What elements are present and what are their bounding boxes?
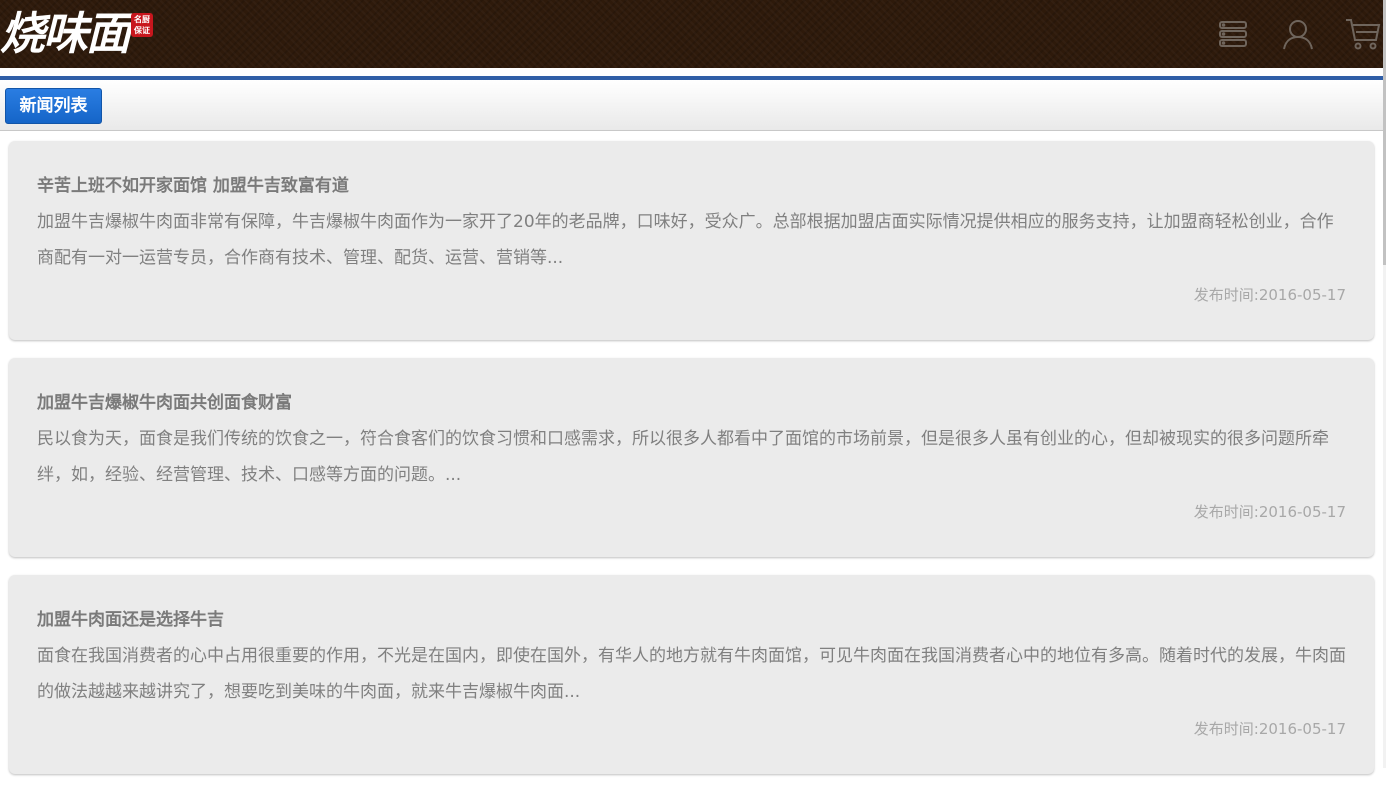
menu-list-icon[interactable] [1213, 14, 1253, 54]
tab-news-list[interactable]: 新闻列表 [5, 88, 102, 124]
news-date: 发布时间:2016-05-17 [1193, 286, 1346, 304]
news-date: 发布时间:2016-05-17 [1193, 503, 1346, 521]
news-item[interactable]: 加盟牛吉爆椒牛肉面共创面食财富 民以食为天，面食是我们传统的饮食之一，符合食客们… [9, 358, 1374, 557]
news-summary: 加盟牛吉爆椒牛肉面非常有保障，牛吉爆椒牛肉面作为一家开了20年的老品牌，口味好，… [37, 212, 1334, 268]
news-date: 发布时间:2016-05-17 [1193, 720, 1346, 738]
tab-bar: 新闻列表 [0, 80, 1383, 131]
news-title[interactable]: 加盟牛肉面还是选择牛吉 [37, 608, 1346, 632]
user-icon[interactable] [1278, 14, 1318, 54]
news-item[interactable]: 辛苦上班不如开家面馆 加盟牛吉致富有道 加盟牛吉爆椒牛肉面非常有保障，牛吉爆椒牛… [9, 141, 1374, 340]
news-summary: 面食在我国消费者的心中占用很重要的作用，不光是在国内，即使在国外，有华人的地方就… [37, 646, 1346, 702]
header-nav-icons [1188, 14, 1383, 54]
news-item[interactable]: 加盟牛肉面还是选择牛吉 面食在我国消费者的心中占用很重要的作用，不光是在国内，即… [9, 575, 1374, 774]
cart-icon[interactable] [1343, 14, 1383, 54]
news-title[interactable]: 辛苦上班不如开家面馆 加盟牛吉致富有道 [37, 174, 1346, 198]
news-list: 辛苦上班不如开家面馆 加盟牛吉致富有道 加盟牛吉爆椒牛肉面非常有保障，牛吉爆椒牛… [9, 141, 1374, 792]
logo-seal: 名厨 保证 [131, 13, 154, 37]
logo-text: 烧味面 [0, 7, 131, 60]
site-header: 烧味面 名厨 保证 [0, 0, 1383, 68]
news-title[interactable]: 加盟牛吉爆椒牛肉面共创面食财富 [37, 391, 1346, 415]
news-summary: 民以食为天，面食是我们传统的饮食之一，符合食客们的饮食习惯和口感需求，所以很多人… [37, 429, 1329, 485]
site-logo[interactable]: 烧味面 名厨 保证 [0, 4, 154, 64]
